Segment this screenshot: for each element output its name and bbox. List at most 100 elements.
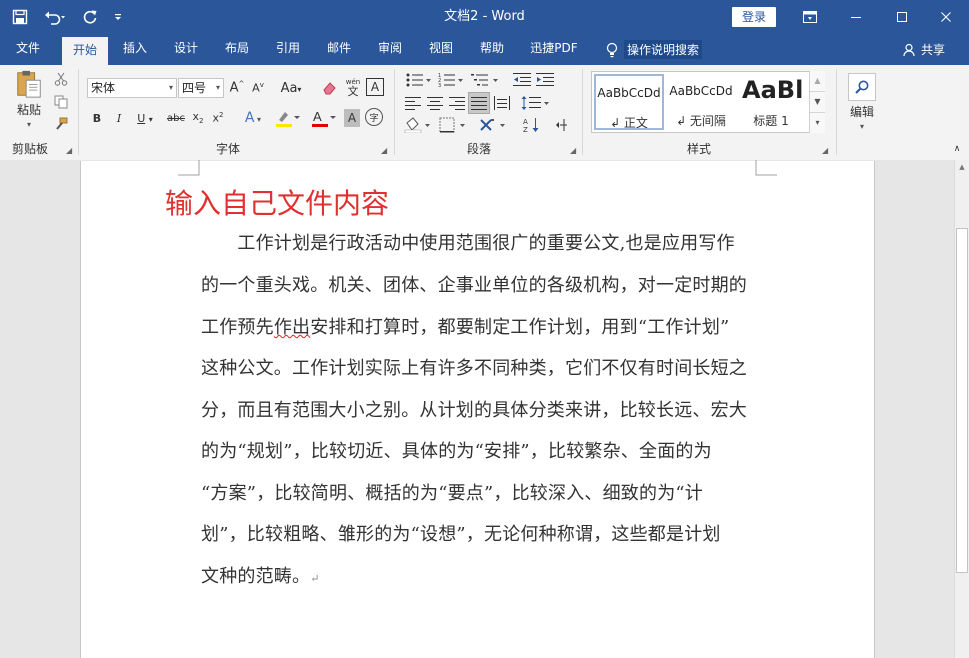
copy-button[interactable] bbox=[52, 93, 70, 111]
redo-button[interactable] bbox=[78, 5, 102, 29]
increase-indent-button[interactable] bbox=[535, 70, 555, 90]
format-painter-button[interactable] bbox=[52, 115, 70, 133]
font-color-button[interactable]: A bbox=[309, 107, 339, 129]
chinese-layout-button[interactable] bbox=[478, 115, 510, 135]
bullets-button[interactable] bbox=[405, 70, 433, 90]
borders-button[interactable] bbox=[438, 115, 470, 135]
align-center-button[interactable] bbox=[425, 93, 445, 113]
editing-button[interactable]: 编辑 ▾ bbox=[846, 69, 878, 135]
phonetic-guide-button[interactable]: wén 文 bbox=[343, 77, 363, 99]
decrease-indent-button[interactable] bbox=[512, 70, 532, 90]
enclose-characters-button[interactable]: 字 bbox=[365, 108, 383, 126]
paste-button[interactable]: 粘贴 ▾ bbox=[10, 69, 48, 129]
font-size-value: 四号 bbox=[182, 81, 207, 95]
chevron-up-icon: ∧ bbox=[953, 144, 961, 154]
subscript-button[interactable]: x2 bbox=[190, 109, 206, 127]
tab-insert[interactable]: 插入 bbox=[113, 34, 157, 65]
paragraph-line[interactable]: 划”，比较粗略、雏形的为“设想”，无论何种称谓，这些都是计划 bbox=[201, 520, 721, 546]
line-text: 工作计划是行政活动中使用范围很广的重要公文,也是应用写作 bbox=[201, 233, 735, 254]
sort-button[interactable]: AZ bbox=[522, 115, 542, 135]
superscript-button[interactable]: x2 bbox=[210, 109, 226, 127]
change-case-button[interactable]: Aa▾ bbox=[277, 78, 305, 98]
svg-text:A: A bbox=[523, 118, 528, 126]
tab-references[interactable]: 引用 bbox=[265, 34, 311, 65]
tab-xunjie-pdf[interactable]: 迅捷PDF bbox=[524, 34, 584, 65]
ribbon-display-options-button[interactable] bbox=[787, 0, 833, 34]
strikethrough-button[interactable]: abc bbox=[166, 109, 186, 127]
shrink-font-button[interactable]: Av bbox=[249, 78, 267, 98]
font-launcher-icon[interactable]: ◢ bbox=[381, 146, 387, 155]
tab-file[interactable]: 文件 bbox=[4, 34, 52, 65]
style-normal[interactable]: AaBbCcDd ↲ 正文 bbox=[594, 74, 664, 130]
paragraph-launcher-icon[interactable]: ◢ bbox=[570, 146, 576, 155]
tab-layout[interactable]: 布局 bbox=[214, 34, 260, 65]
login-button[interactable]: 登录 bbox=[732, 7, 776, 27]
scissors-icon bbox=[54, 72, 68, 86]
font-size-combo[interactable]: 四号 ▾ bbox=[178, 78, 224, 98]
change-case-icon: Aa▾ bbox=[280, 80, 302, 96]
paragraph-line[interactable]: 文种的范畴。↵ bbox=[201, 562, 320, 588]
underline-button[interactable]: U ▾ bbox=[132, 109, 158, 127]
save-button[interactable] bbox=[8, 5, 32, 29]
paragraph-line[interactable]: 分，而且有范围大小之别。从计划的具体分类来讲，比较长远、宏大 bbox=[201, 396, 747, 422]
italic-button[interactable]: I bbox=[111, 109, 127, 127]
maximize-button[interactable] bbox=[879, 0, 925, 34]
character-shading-button[interactable]: A bbox=[344, 109, 360, 127]
styles-gallery: AaBbCcDd ↲ 正文 AaBbCcDd ↲ 无间隔 AaBl 标题 1 bbox=[591, 71, 824, 133]
undo-button[interactable] bbox=[40, 5, 70, 29]
paragraph-line[interactable]: “方案”，比较简明、概括的为“要点”，比较深入、细致的为“计 bbox=[201, 479, 703, 505]
scroll-up-icon[interactable]: ▲ bbox=[956, 163, 968, 175]
paragraph-line[interactable]: 的为“规划”，比较切近、具体的为“安排”，比较繁杂、全面的为 bbox=[201, 437, 712, 463]
show-hide-marks-button[interactable] bbox=[552, 115, 572, 135]
style-heading-1[interactable]: AaBl 标题 1 bbox=[738, 74, 804, 130]
close-button[interactable] bbox=[923, 0, 969, 34]
minimize-icon bbox=[851, 17, 861, 18]
text-effects-icon: A ▾ bbox=[244, 110, 262, 126]
share-button[interactable]: 共享 bbox=[903, 34, 945, 65]
clear-formatting-button[interactable] bbox=[321, 78, 339, 98]
tab-review[interactable]: 审阅 bbox=[367, 34, 413, 65]
styles-launcher-icon[interactable]: ◢ bbox=[822, 146, 828, 155]
minimize-button[interactable] bbox=[833, 0, 879, 34]
tell-me-search[interactable]: 操作说明搜索 bbox=[606, 34, 703, 65]
paragraph-line[interactable]: 工作预先作出安排和打算时，都要制定工作计划，用到“工作计划” bbox=[201, 313, 729, 339]
font-name-combo[interactable]: 宋体 ▾ bbox=[87, 78, 177, 98]
paragraph-line[interactable]: 这种公文。工作计划实际上有许多不同种类，它们不仅有时间长短之 bbox=[201, 354, 747, 380]
character-border-button[interactable]: A bbox=[366, 78, 384, 96]
tab-design[interactable]: 设计 bbox=[163, 34, 209, 65]
multilevel-list-button[interactable] bbox=[470, 70, 500, 90]
paragraph-line[interactable]: 的一个重头戏。机关、团体、企事业单位的各级机构，对一定时期的 bbox=[201, 271, 747, 297]
font-size-dropdown-icon: ▾ bbox=[215, 83, 220, 92]
tab-mailings[interactable]: 邮件 bbox=[316, 34, 362, 65]
align-left-button[interactable] bbox=[403, 93, 423, 113]
document-heading[interactable]: 输入自己文件内容 bbox=[165, 182, 389, 222]
subscript-icon: x2 bbox=[192, 110, 204, 126]
bold-button[interactable]: B bbox=[89, 109, 105, 127]
customize-qat-button[interactable] bbox=[110, 5, 126, 29]
clipboard-launcher-icon[interactable]: ◢ bbox=[66, 146, 72, 155]
styles-more-icon[interactable]: ▾ bbox=[810, 112, 825, 133]
styles-scroll-up-icon[interactable]: ▲ bbox=[810, 71, 825, 91]
collapse-ribbon-button[interactable]: ∧ bbox=[950, 143, 964, 155]
distributed-button[interactable] bbox=[492, 93, 512, 113]
shading-button[interactable] bbox=[403, 115, 435, 135]
phonetic-guide-char: 文 bbox=[347, 85, 359, 98]
style-no-spacing[interactable]: AaBbCcDd ↲ 无间隔 bbox=[666, 74, 736, 130]
line-text: 工作预先 bbox=[201, 317, 274, 338]
spelling-error-text[interactable]: 作出 bbox=[274, 317, 310, 338]
align-right-button[interactable] bbox=[447, 93, 467, 113]
font-color-icon: A bbox=[312, 109, 336, 127]
grow-font-button[interactable]: A^ bbox=[228, 78, 246, 98]
numbering-button[interactable]: 123 bbox=[437, 70, 465, 90]
tab-home[interactable]: 开始 bbox=[62, 37, 108, 65]
paragraph-line[interactable]: 工作计划是行政活动中使用范围很广的重要公文,也是应用写作 bbox=[201, 229, 735, 255]
cut-button[interactable] bbox=[52, 70, 70, 88]
styles-scroll-down-icon[interactable]: ▼ bbox=[810, 91, 825, 112]
tab-view[interactable]: 视图 bbox=[418, 34, 464, 65]
scrollbar-thumb[interactable] bbox=[956, 228, 968, 573]
justify-button[interactable] bbox=[468, 92, 490, 114]
tab-help[interactable]: 帮助 bbox=[469, 34, 515, 65]
highlight-button[interactable] bbox=[273, 107, 303, 129]
line-spacing-button[interactable] bbox=[520, 93, 552, 113]
text-effects-button[interactable]: A ▾ bbox=[238, 109, 268, 127]
